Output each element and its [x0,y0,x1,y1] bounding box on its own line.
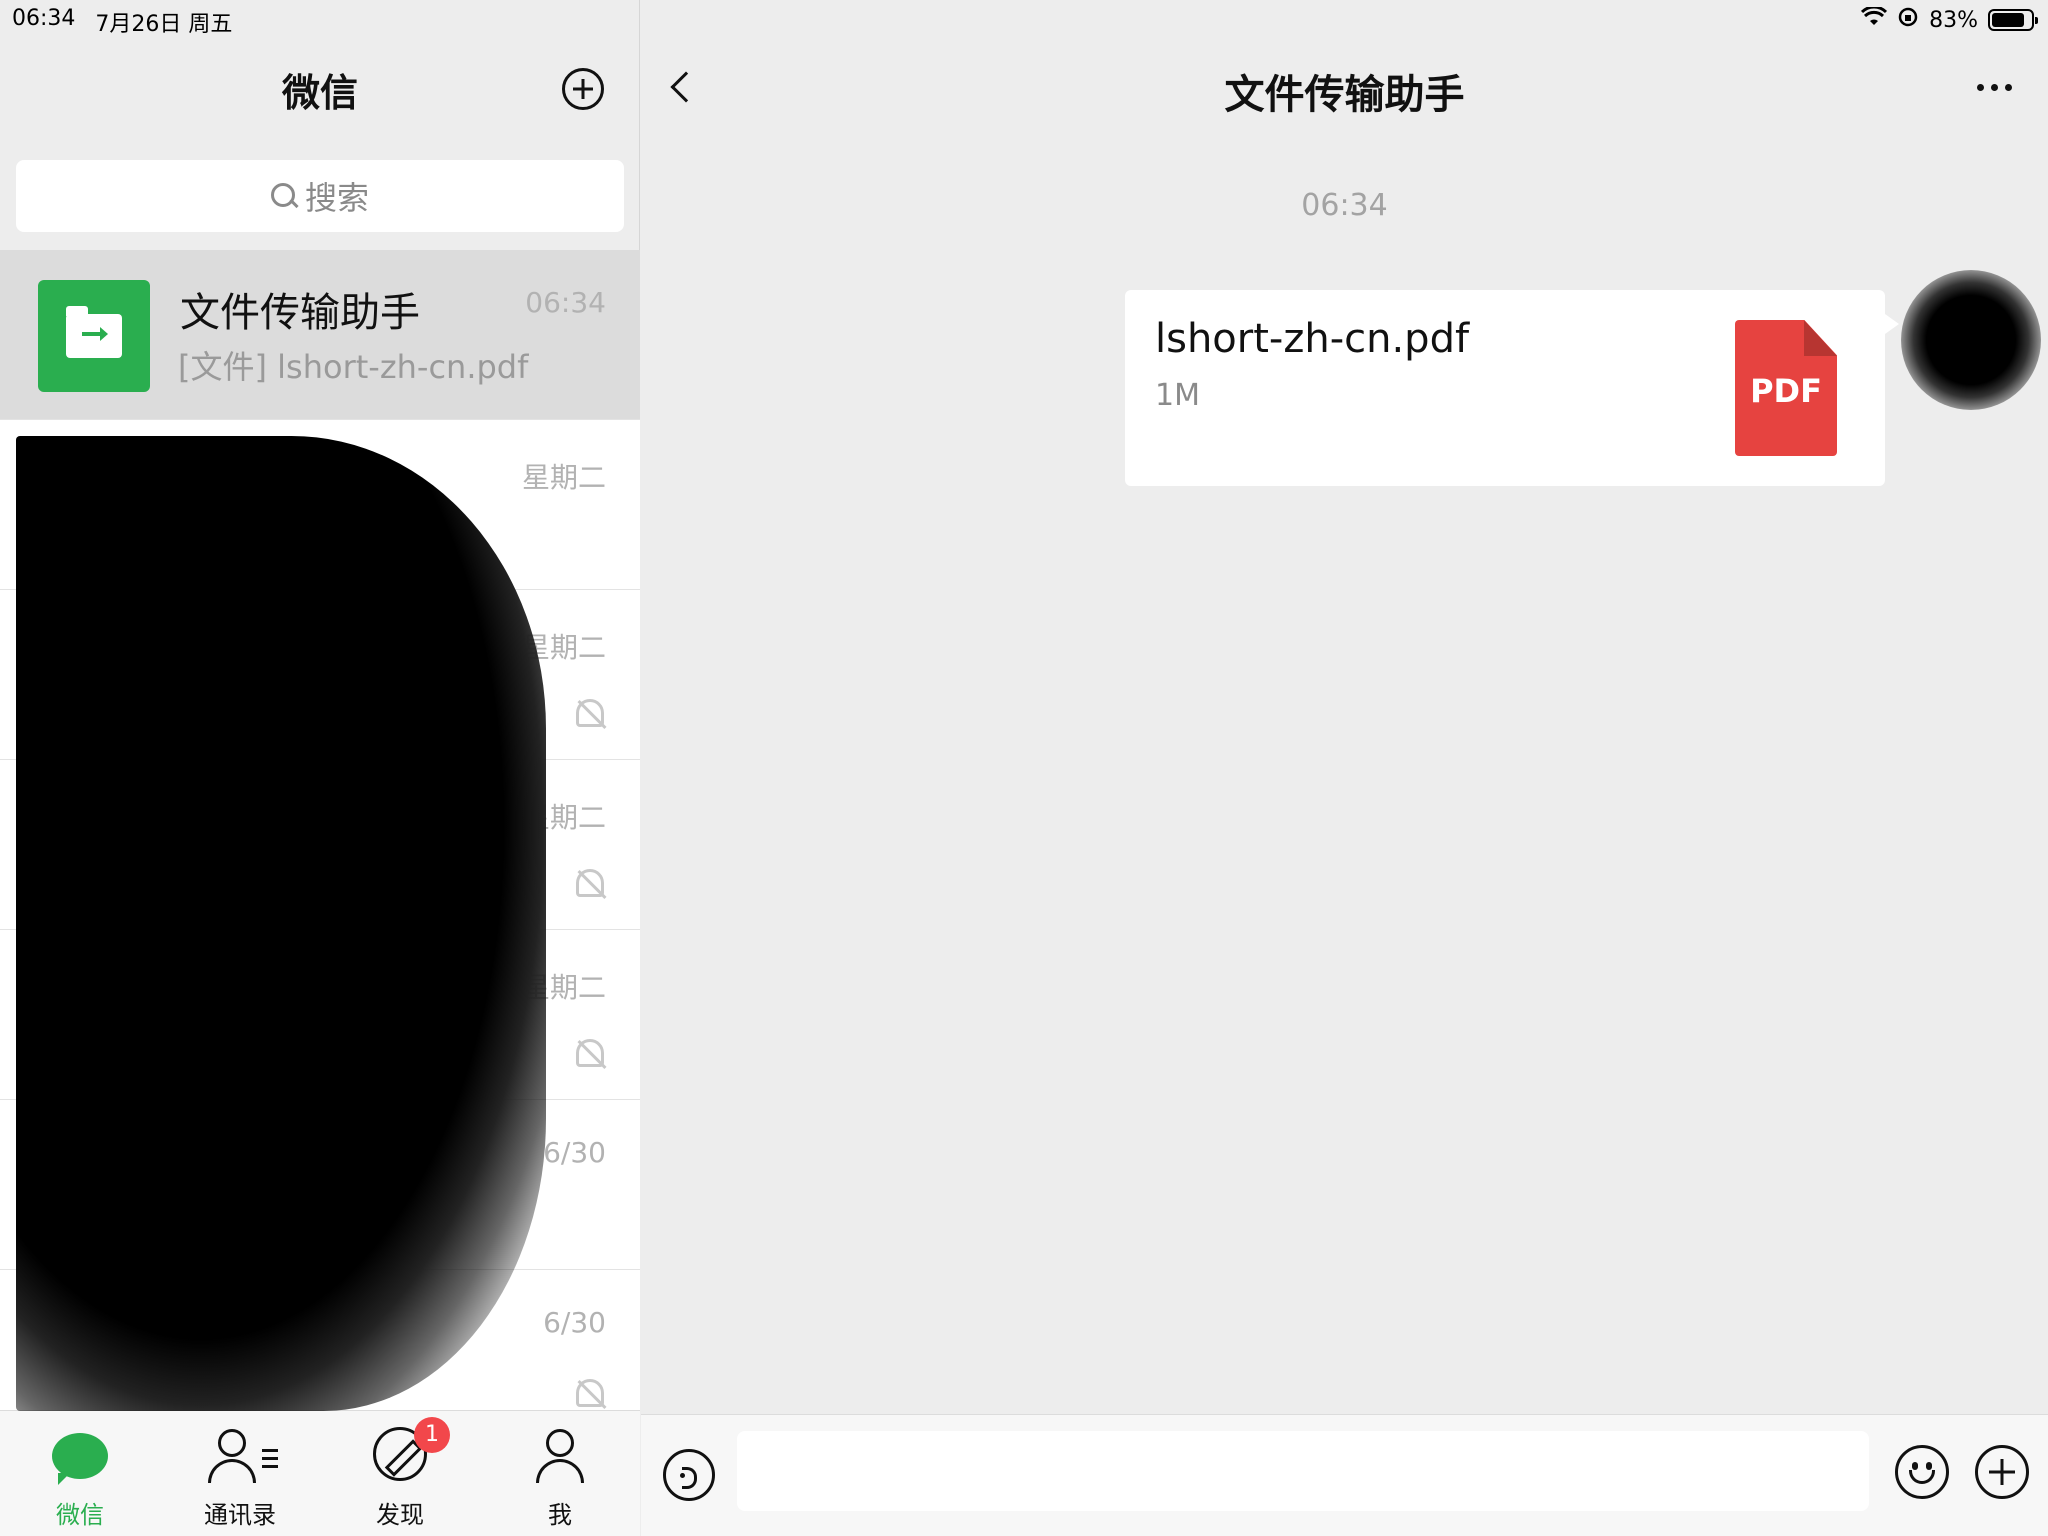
input-bar [641,1414,2048,1536]
status-right: 83% [1861,5,2038,34]
chat-time: 06:34 [525,286,606,319]
chat-time: 星期二 [521,461,606,494]
sidebar: 微信 搜索 文件传输助手 [文件] lshort-zh-cn.pdf 06:34… [0,0,640,1536]
plus-icon[interactable] [1975,1445,2029,1499]
tab-label: 发现 [376,1501,424,1529]
chat-bubble-icon [52,1433,108,1485]
orientation-lock-icon [1897,6,1919,34]
file-size: 1M [1155,378,1200,413]
message-input[interactable] [737,1431,1869,1511]
chat-title: 文件传输助手 [1224,72,1465,118]
emoji-eye [1912,1462,1918,1470]
status-bar: 06:34 7月26日 周五 83% [0,0,2048,38]
tab-me[interactable]: 我 [480,1425,640,1530]
battery-fill [1992,13,2024,27]
more-icon[interactable] [1977,84,2012,91]
chat-preview: [文件] lshort-zh-cn.pdf [178,348,529,386]
voice-icon[interactable] [663,1449,715,1501]
chat-time: 6/30 [543,1306,606,1339]
file-name: lshort-zh-cn.pdf [1155,316,1470,362]
mute-icon [576,1039,604,1067]
notification-badge: 1 [414,1417,450,1453]
person-icon-head [546,1429,574,1457]
folder-icon [66,306,122,358]
chat-name: 文件传输助手 [180,290,420,336]
chat-item-file-transfer[interactable]: 文件传输助手 [文件] lshort-zh-cn.pdf 06:34 [0,250,640,420]
tab-discover[interactable]: 1 发现 [320,1417,480,1530]
battery-icon [1988,9,2038,31]
status-left: 06:34 7月26日 周五 [12,6,232,38]
avatar[interactable] [1901,270,2041,410]
arrow-right-icon [82,327,108,341]
tab-icon-wrap [160,1425,320,1487]
tab-chats[interactable]: 微信 [0,1425,160,1530]
contacts-icon [204,1429,278,1485]
battery-percent: 83% [1929,7,1978,33]
person-icon-body [536,1459,584,1483]
file-transfer-avatar [38,280,150,392]
emoji-eye [1926,1462,1932,1470]
tab-icon-wrap: 1 [320,1417,480,1487]
tab-contacts[interactable]: 通讯录 [160,1425,320,1530]
mute-icon [576,699,604,727]
sidebar-title: 微信 [281,71,358,115]
contacts-icon-head [218,1429,246,1457]
mute-icon [576,869,604,897]
status-date: 7月26日 周五 [95,12,233,37]
mute-icon [576,1379,604,1407]
message-timestamp: 06:34 [1301,188,1388,223]
tab-icon-wrap [480,1425,640,1487]
tab-bar: 微信 通讯录 1 发现 我 [0,1410,640,1536]
status-time: 06:34 [12,6,76,31]
search-input[interactable]: 搜索 [16,160,624,232]
pdf-label: PDF [1750,372,1822,410]
search-placeholder: 搜索 [304,179,369,217]
chat-pane: 文件传输助手 06:34 lshort-zh-cn.pdf 1M PDF [641,0,2048,1536]
emoji-mouth [1909,1470,1935,1484]
tab-label: 微信 [56,1501,104,1529]
contacts-icon-lines [262,1449,278,1473]
person-icon [532,1429,588,1485]
file-message-card[interactable]: lshort-zh-cn.pdf 1M PDF [1125,290,1899,486]
redacted-region [16,436,546,1411]
tab-label: 通讯录 [204,1501,276,1529]
contacts-icon-body [208,1459,256,1483]
wifi-icon [1861,5,1888,33]
search-icon [270,183,297,209]
add-icon[interactable] [562,68,604,110]
emoji-icon[interactable] [1895,1445,1949,1499]
chat-time: 6/30 [543,1136,606,1169]
tab-icon-wrap [0,1425,160,1487]
tab-label: 我 [548,1501,572,1529]
